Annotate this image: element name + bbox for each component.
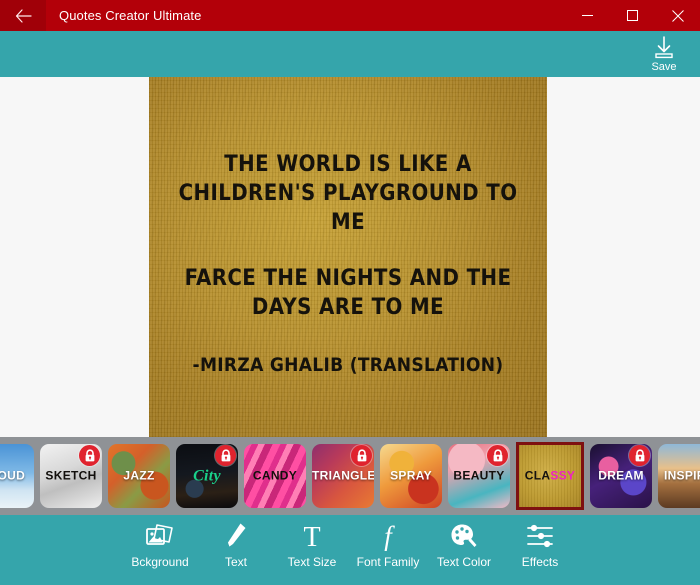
background-thumbnail-strip[interactable]: CLOUD SKETCH JAZZ City CANDY TRIANGLE SPRAY BEA… (0, 437, 700, 515)
quote-line-gap (167, 237, 529, 264)
thumbnail-label-cloud: CLOUD (0, 468, 26, 483)
thumbnail-sketch[interactable]: SKETCH (40, 444, 102, 508)
lock-icon (79, 445, 100, 466)
thumbnail-label-inspire: INSPIRE (663, 468, 700, 483)
thumbnail-jazz[interactable]: JAZZ (108, 444, 170, 508)
download-icon (651, 35, 677, 61)
quote-line-3: ME (330, 210, 366, 235)
thumbnail-inspire[interactable]: INSPIRE (658, 444, 700, 508)
thumbnail-triangle[interactable]: TRIANGLE (312, 444, 374, 508)
toolbar-item-effects[interactable]: Effects (506, 519, 574, 581)
image-stack-icon (145, 519, 175, 553)
maximize-button[interactable] (610, 0, 655, 31)
thumbnail-label-triangle: TRIANGLE (312, 468, 374, 483)
quote-line-1: THE WORLD IS LIKE A (224, 152, 472, 177)
minimize-button[interactable] (565, 0, 610, 31)
thumbnail-label-beauty: BEAUTY (453, 468, 505, 483)
letter-t-icon: T (299, 519, 325, 553)
thumbnail-label-city: City (193, 467, 221, 485)
quote-line-4: FARCE THE NIGHTS AND THE (184, 266, 512, 291)
toolbar-item-text[interactable]: Text (202, 519, 270, 581)
lock-icon (351, 445, 372, 466)
title-bar: Quotes Creator Ultimate (0, 0, 700, 31)
thumbnail-label-sketch: SKETCH (45, 468, 97, 483)
svg-text:T: T (303, 522, 320, 550)
toolbar-item-text-color[interactable]: Text Color (430, 519, 498, 581)
toolbar-label-font-family: Font Family (356, 555, 420, 569)
lock-icon (487, 445, 508, 466)
thumbnail-beauty[interactable]: BEAUTY (448, 444, 510, 508)
bottom-toolbar: Bckground Text T Text Size f Font Family Text … (0, 515, 700, 585)
window-controls (565, 0, 700, 31)
thumbnail-label-dream: DREAM (598, 468, 644, 483)
thumbnail-candy[interactable]: CANDY (244, 444, 306, 508)
thumbnail-city[interactable]: City (176, 444, 238, 508)
toolbar-label-text-size: Text Size (287, 555, 337, 569)
thumbnail-cloud[interactable]: CLOUD (0, 444, 34, 508)
back-button[interactable] (0, 0, 46, 31)
app-header: Save (0, 31, 700, 77)
svg-text:f: f (384, 521, 395, 551)
thumbnail-spray[interactable]: SPRAY (380, 444, 442, 508)
toolbar-item-text-size[interactable]: T Text Size (278, 519, 346, 581)
toolbar-label-text: Text (224, 555, 247, 569)
pen-icon (224, 519, 248, 553)
script-f-icon: f (377, 519, 399, 553)
window-title: Quotes Creator Ultimate (59, 8, 202, 23)
back-arrow-icon (15, 8, 32, 23)
palette-icon (450, 519, 478, 553)
save-label: Save (651, 61, 677, 73)
thumbnail-label-part-a: CLA (524, 468, 551, 483)
sliders-icon (526, 519, 554, 553)
close-button[interactable] (655, 0, 700, 31)
quote-line-2: CHILDREN'S PLAYGROUND TO (178, 181, 518, 206)
app-window: Quotes Creator Ultimate Save THE WORLD I… (0, 0, 700, 585)
thumbnail-dream[interactable]: DREAM (590, 444, 652, 508)
save-button[interactable]: Save (636, 32, 692, 76)
toolbar-label-background: Bckground (131, 555, 189, 569)
thumbnail-label-part-b: SSY (550, 468, 576, 483)
toolbar-label-text-color: Text Color (436, 555, 492, 569)
toolbar-label-effects: Effects (521, 555, 559, 569)
quote-author: -MIRZA GHALIB (TRANSLATION) (192, 354, 504, 376)
quote-canvas[interactable]: THE WORLD IS LIKE A CHILDREN'S PLAYGROUN… (149, 77, 547, 437)
quote-text-block[interactable]: THE WORLD IS LIKE A CHILDREN'S PLAYGROUN… (149, 150, 547, 378)
toolbar-item-font-family[interactable]: f Font Family (354, 519, 422, 581)
thumbnail-label-candy: CANDY (252, 468, 298, 483)
thumbnail-label-spray: SPRAY (390, 468, 432, 483)
quote-line-5: DAYS ARE TO ME (251, 295, 445, 320)
thumbnail-label-classy: CLASSY (519, 468, 581, 483)
lock-icon (215, 445, 236, 466)
lock-icon (629, 445, 650, 466)
thumbnail-classy[interactable]: CLASSY (516, 442, 584, 510)
preview-stage: THE WORLD IS LIKE A CHILDREN'S PLAYGROUN… (0, 77, 700, 437)
thumbnail-label-jazz: JAZZ (123, 468, 155, 483)
toolbar-item-background[interactable]: Bckground (126, 519, 194, 581)
